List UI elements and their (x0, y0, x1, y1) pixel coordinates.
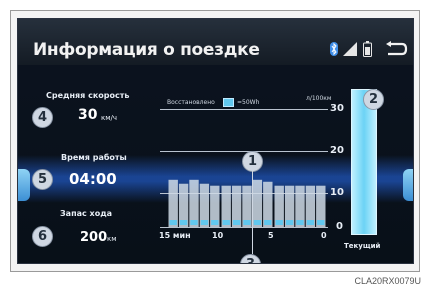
regen-marker (200, 220, 209, 225)
display-screen: Информация о поездке Средняя скорость 30… (17, 18, 414, 264)
regen-marker (317, 220, 325, 225)
regen-marker (275, 220, 283, 225)
regen-marker (306, 220, 315, 225)
regen-marker (222, 220, 230, 225)
callout-1-leader (252, 170, 253, 254)
regen-marker (179, 220, 188, 225)
x-tick-10: 10 (212, 231, 224, 240)
regen-marker (169, 220, 177, 225)
history-bar-2 (189, 179, 199, 227)
figure-code: CLA20RX0079U (354, 276, 421, 286)
history-bar-0 (168, 179, 178, 227)
regen-marker (285, 220, 294, 225)
callout-1: 1 (242, 151, 263, 172)
regen-marker (296, 220, 304, 225)
history-bar-8 (252, 179, 263, 227)
regen-marker (243, 220, 251, 225)
callout-2: 2 (363, 89, 384, 110)
regen-marker (264, 220, 272, 225)
x-tick-5: 5 (268, 231, 274, 240)
regen-marker (253, 220, 262, 225)
regen-marker (190, 220, 198, 225)
x-tick-15min: 15 мин (159, 231, 191, 240)
regen-marker (232, 220, 241, 225)
history-bars (168, 179, 326, 227)
x-tick-0: 0 (321, 231, 327, 240)
regen-marker (211, 220, 219, 225)
